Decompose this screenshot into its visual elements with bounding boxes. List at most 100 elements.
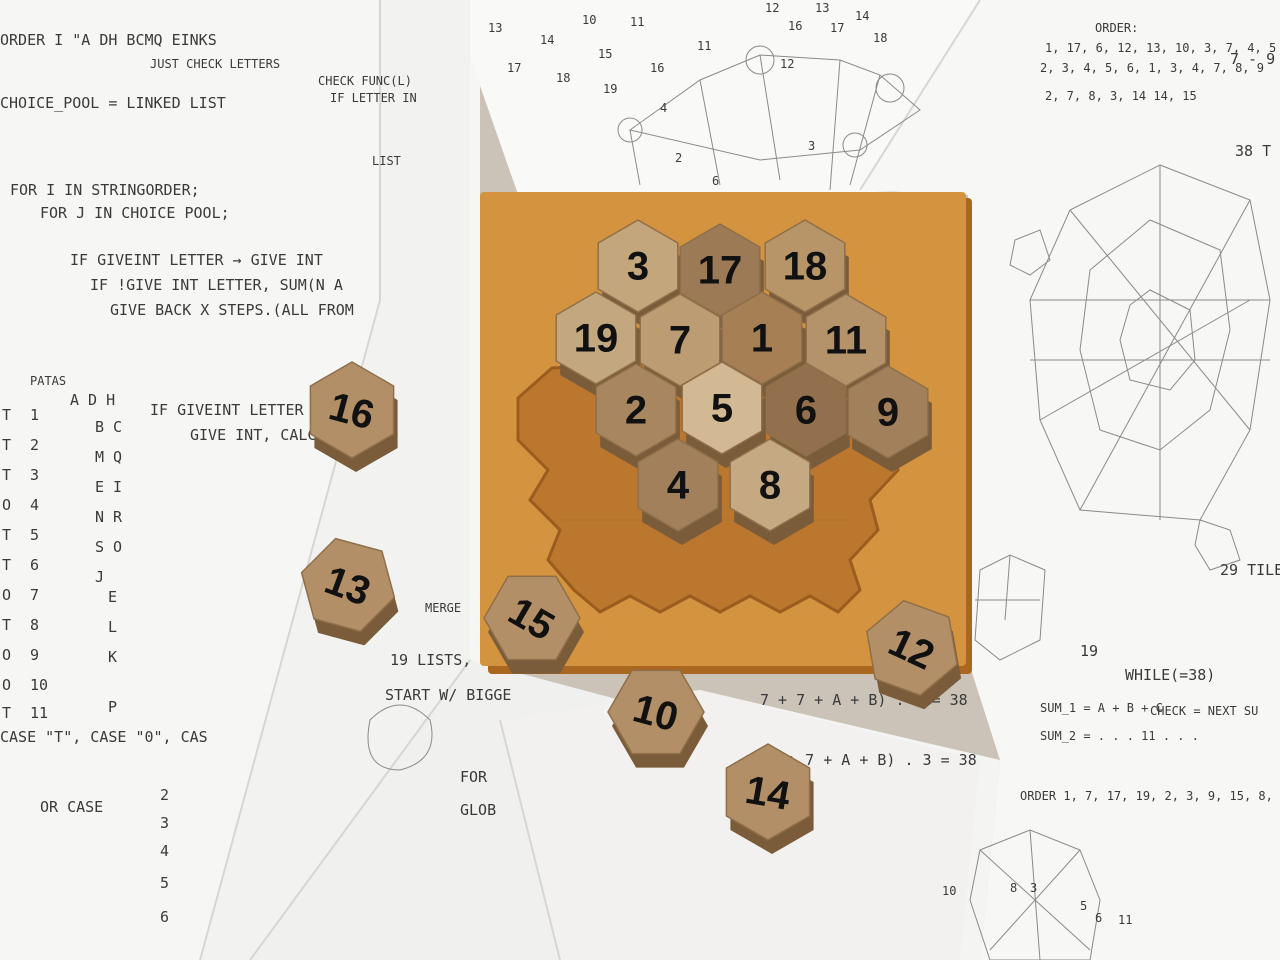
note-col-num-0: 1 — [30, 406, 39, 424]
tile-number: 1 — [751, 317, 773, 361]
note-col-letters-7: E — [108, 588, 117, 606]
note-tn-2: 11 — [630, 15, 644, 29]
note-list-word: LIST — [372, 154, 401, 168]
note-tn-4: 13 — [815, 1, 829, 15]
note-for-line-2: FOR J IN CHOICE POOL; — [40, 204, 230, 222]
note-col-t-4: T — [2, 526, 11, 544]
note-tn-12: 17 — [507, 61, 521, 75]
note-order-top: ORDER: — [1095, 21, 1138, 35]
tile-number: 14 — [742, 768, 794, 819]
note-tn-16: 2 — [675, 151, 682, 165]
note-col-num-2: 3 — [30, 466, 39, 484]
note-lb-3: 5 — [160, 874, 169, 892]
tile-number: 7 — [669, 319, 691, 363]
note-tn-15: 4 — [660, 101, 667, 115]
tile-number: 18 — [783, 245, 828, 289]
note-col-t-1: T — [2, 436, 11, 454]
note-lb-2: 4 — [160, 842, 169, 860]
note-br-1: 8 — [1010, 881, 1017, 895]
note-col-letters-3: E I — [95, 478, 122, 496]
note-col-num-9: 10 — [30, 676, 48, 694]
note-lb-4: 6 — [160, 908, 169, 926]
note-tn-19: 11 — [697, 39, 711, 53]
note-tn-13: 18 — [556, 71, 570, 85]
note-col-t-9: O — [2, 676, 11, 694]
note-col-t-2: T — [2, 466, 11, 484]
note-col-num-7: 8 — [30, 616, 39, 634]
tile-number: 2 — [625, 389, 647, 433]
note-col-num-5: 6 — [30, 556, 39, 574]
note-col-letters-0: A D H — [70, 391, 115, 409]
note-tn-3: 12 — [765, 1, 779, 15]
note-col-letters-6: J — [95, 568, 104, 586]
note-br-0: 10 — [942, 884, 956, 898]
note-lb-1: 3 — [160, 814, 169, 832]
tile-number: 3 — [627, 245, 649, 289]
tile-number: 19 — [574, 317, 619, 361]
note-col-num-8: 9 — [30, 646, 39, 664]
note-tn-9: 14 — [540, 33, 554, 47]
note-col-t-5: T — [2, 556, 11, 574]
note-col-t-3: O — [2, 496, 11, 514]
tile-number: 6 — [795, 389, 817, 433]
note-give-line-2: IF !GIVE INT LETTER, SUM(N A — [90, 276, 343, 294]
note-br-5: 11 — [1118, 913, 1132, 927]
note-for-line-1: FOR I IN STRINGORDER; — [10, 181, 200, 199]
note-if-give-1: IF GIVEINT LETTER — [150, 401, 304, 419]
note-if-give-2: GIVE INT, CALC — [190, 426, 316, 444]
note-col-num-10: 11 — [30, 704, 48, 722]
note-col-t-0: T — [2, 406, 11, 424]
note-col-t-10: T — [2, 704, 11, 722]
note-col-letters-10: P — [108, 698, 117, 716]
note-left-header: ORDER I "A DH BCMQ EINKS — [0, 31, 217, 49]
note-check-func-2: IF LETTER IN — [330, 91, 417, 105]
note-start-line: START W/ BIGGE — [385, 686, 511, 704]
note-tn-7: 14 — [855, 9, 869, 23]
note-col-letters-2: M Q — [95, 448, 122, 466]
note-tn-5: 16 — [788, 19, 802, 33]
note-order-bottom: ORDER 1, 7, 17, 19, 2, 3, 9, 15, 8, 15 — [1020, 789, 1280, 803]
note-col-num-6: 7 — [30, 586, 39, 604]
note-col-letters-1: B C — [95, 418, 122, 436]
note-col-letters-8: K — [108, 648, 117, 666]
note-sum-2: SUM_2 = . . . 11 . . . — [1040, 729, 1199, 743]
note-tiles-29: 29 TILE — [1220, 561, 1280, 579]
note-or-case: OR CASE — [40, 798, 103, 816]
tile-number: 5 — [711, 387, 733, 431]
note-dash-9: 7 - 9 — [1230, 50, 1275, 68]
note-case-line: CASE "T", CASE "0", CAS — [0, 728, 208, 746]
note-n-19: 19 — [1080, 642, 1098, 660]
note-give-line-3: GIVE BACK X STEPS.(ALL FROM — [110, 301, 354, 319]
note-patas: PATAS — [30, 374, 66, 388]
scene: ORDER I "A DH BCMQ EINKS JUST CHECK LETT… — [0, 0, 1280, 960]
note-tn-20: 12 — [780, 57, 794, 71]
note-sum-1: SUM_1 = A + B + C — [1040, 701, 1163, 715]
note-br-2: 3 — [1030, 881, 1037, 895]
note-col-num-1: 2 — [30, 436, 39, 454]
note-check-next: CHECK = NEXT SU — [1150, 704, 1258, 718]
note-left-sub: JUST CHECK LETTERS — [150, 57, 280, 71]
note-br-4: 6 — [1095, 911, 1102, 925]
note-br-3: 5 — [1080, 899, 1087, 913]
note-choice-pool: CHOICE_POOL = LINKED LIST — [0, 94, 226, 112]
note-tn-11: 16 — [650, 61, 664, 75]
note-col-letters-4: N R — [95, 508, 123, 526]
note-tn-17: 3 — [808, 139, 815, 153]
tile-number: 9 — [877, 391, 899, 435]
note-give-line-1: IF GIVEINT LETTER → GIVE INT — [70, 251, 323, 269]
note-lb-0: 2 — [160, 786, 169, 804]
note-check-func: CHECK FUNC(L) — [318, 74, 412, 88]
note-tn-10: 15 — [598, 47, 612, 61]
note-col-t-8: O — [2, 646, 11, 664]
tile-number: 4 — [667, 464, 690, 508]
note-tiles-38: 38 T — [1235, 142, 1271, 160]
note-while-line: WHILE(=38) — [1125, 666, 1215, 684]
note-for-word: FOR — [460, 768, 488, 786]
note-tn-1: 10 — [582, 13, 596, 27]
note-tn-18: 6 — [712, 174, 719, 188]
note-col-letters-9: L — [108, 618, 117, 636]
tile-number: 8 — [759, 464, 781, 508]
note-tn-14: 19 — [603, 82, 617, 96]
note-merge: MERGE — [425, 601, 461, 615]
note-col-num-3: 4 — [30, 496, 39, 514]
